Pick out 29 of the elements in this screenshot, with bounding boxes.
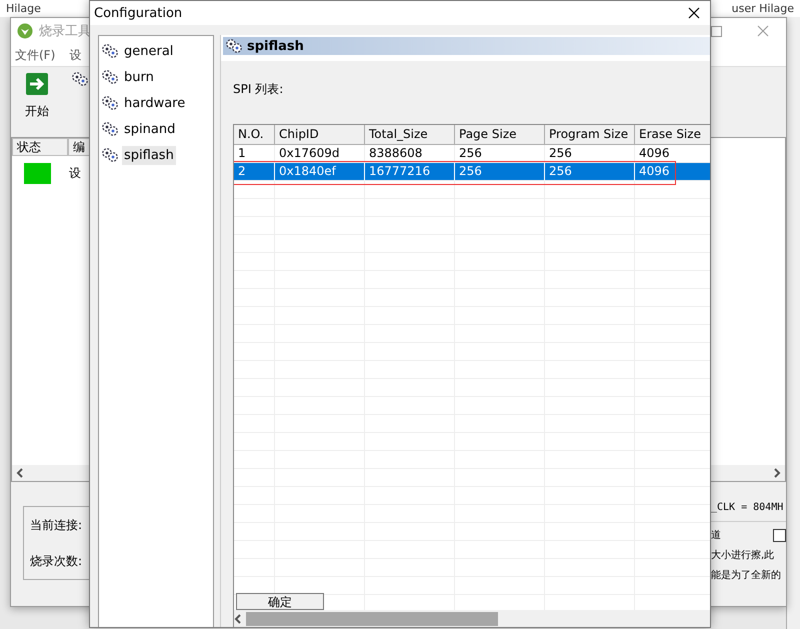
- note-text: 大小进行擦,此: [711, 548, 776, 562]
- option-label: 道: [711, 529, 721, 542]
- menu-item[interactable]: 设: [69, 46, 82, 64]
- table-cell: 设: [69, 164, 81, 182]
- note-text: 能是为了全新的: [711, 568, 782, 582]
- ok-button[interactable]: 确定: [236, 593, 324, 610]
- column-header[interactable]: Total_Size: [365, 125, 455, 145]
- window-title: user Hilage: [732, 2, 794, 15]
- column-header[interactable]: 状态: [12, 138, 68, 156]
- start-button[interactable]: 开始: [21, 71, 53, 122]
- window-title: 烧录工具: [39, 23, 91, 40]
- column-header[interactable]: ChipID: [275, 125, 365, 145]
- table-row[interactable]: 1 0x17609d 8388608 256 256 4096: [234, 145, 710, 163]
- column-header[interactable]: Page Size: [455, 125, 545, 145]
- tree-item[interactable]: spinand: [122, 120, 178, 138]
- list-label: SPI 列表:: [233, 81, 284, 98]
- column-header[interactable]: Program Size: [545, 125, 635, 145]
- field-label: 当前连接:: [30, 516, 84, 534]
- tree-item[interactable]: spiflash: [122, 146, 176, 164]
- menu-item[interactable]: 文件(F): [15, 46, 56, 64]
- column-header[interactable]: N.O.: [234, 125, 275, 145]
- section-title: spiflash: [247, 38, 304, 54]
- tree-item[interactable]: burn: [122, 68, 156, 86]
- dialog-title: Configuration: [94, 6, 182, 20]
- tree-item[interactable]: hardware: [122, 94, 188, 112]
- column-header[interactable]: Erase Size: [635, 125, 710, 145]
- field-label: 烧录次数:: [30, 552, 84, 570]
- tree-item[interactable]: general: [122, 42, 176, 60]
- window-title: Hilage: [6, 2, 41, 15]
